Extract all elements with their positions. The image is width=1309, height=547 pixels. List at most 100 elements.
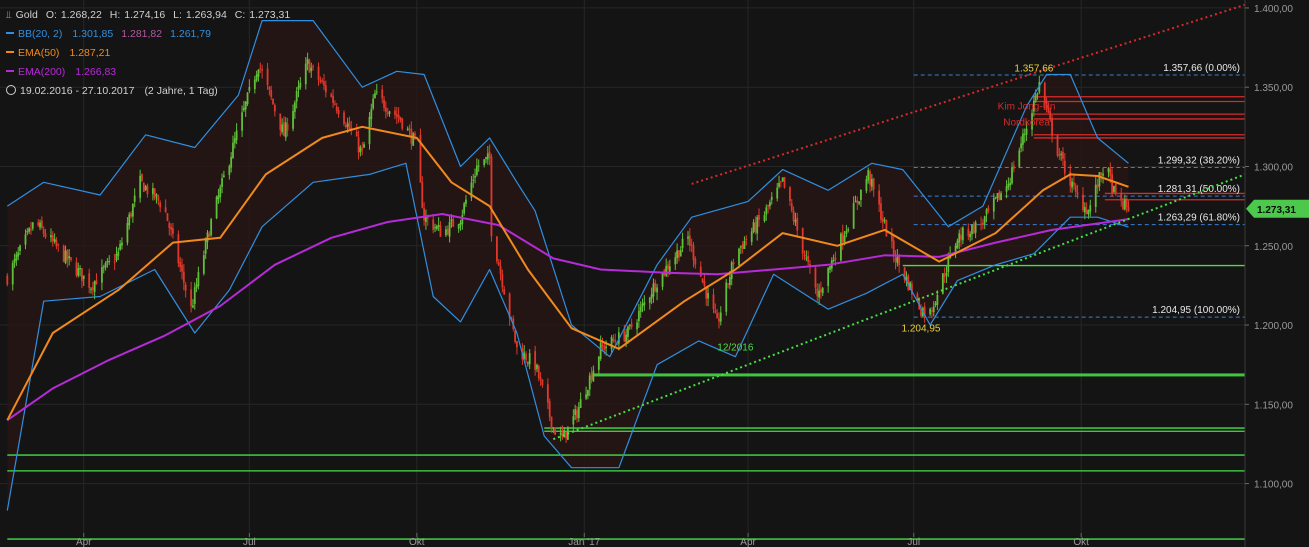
- candle-body: [1114, 184, 1117, 194]
- candle-body: [687, 236, 689, 239]
- candle-body: [585, 394, 587, 399]
- time-axis: Apr Jul Okt Jan '17 Apr Jul Okt: [76, 533, 1089, 547]
- candle-body: [852, 203, 855, 229]
- chart-annotation: 12/2016: [717, 342, 754, 353]
- x-tick-label: Okt: [409, 537, 425, 547]
- candle-body: [898, 255, 901, 266]
- candle-body: [241, 112, 243, 131]
- range-extra: (2 Jahre, 1 Tag): [144, 85, 218, 97]
- candle-body: [283, 122, 285, 137]
- candle-body: [754, 222, 757, 233]
- candle-body: [179, 262, 182, 267]
- candle-body: [781, 177, 784, 182]
- candle-body: [343, 112, 345, 124]
- candle-body: [890, 234, 893, 242]
- candle-body: [867, 170, 870, 181]
- candle-body: [51, 235, 54, 242]
- candle-body: [37, 222, 40, 226]
- candle-body: [457, 224, 460, 229]
- candle-body: [1082, 194, 1084, 211]
- candle-body: [934, 303, 937, 305]
- candle-body: [945, 272, 948, 276]
- candle-body: [437, 225, 440, 227]
- candle-body: [452, 218, 455, 227]
- ema50-value: 1.287,21: [69, 47, 111, 59]
- ema50-label: EMA(50): [18, 47, 60, 59]
- date-range: 19.02.2016 - 27.10.2017: [20, 85, 135, 97]
- candle-body: [335, 106, 338, 111]
- candle-body: [1122, 200, 1124, 210]
- candle-body: [292, 110, 294, 129]
- candle-body: [796, 217, 799, 231]
- candle-body: [665, 266, 668, 276]
- low-label: L:: [173, 9, 182, 21]
- candle-body: [758, 215, 760, 220]
- candle-body: [716, 312, 719, 319]
- candle-body: [446, 228, 449, 235]
- candle-body: [119, 243, 122, 250]
- candle-body: [827, 267, 830, 286]
- high-label: H:: [109, 9, 121, 21]
- candle-body: [994, 197, 997, 199]
- candle-body: [636, 322, 638, 330]
- fib-level-label: 1.263,29 (61.80%): [1158, 213, 1240, 224]
- candle-body: [1111, 174, 1114, 194]
- candle-body: [1113, 185, 1115, 192]
- candle-body: [741, 244, 744, 249]
- candle-body: [304, 63, 307, 85]
- bb-lower-value: 1.261,79: [170, 28, 211, 40]
- candle-body: [217, 195, 220, 200]
- x-tick-label: Apr: [76, 537, 92, 547]
- candle-body: [164, 207, 167, 213]
- candle-body: [346, 123, 349, 127]
- candle-body: [1127, 206, 1130, 212]
- y-tick-label: 1.150,00: [1254, 400, 1293, 411]
- candle-body: [414, 133, 416, 136]
- candle-body: [459, 222, 462, 226]
- candle-body: [126, 223, 129, 243]
- candle-body: [1012, 165, 1015, 169]
- candle-body: [840, 233, 842, 261]
- candle-body: [1058, 154, 1061, 156]
- candle-body: [752, 222, 755, 232]
- candle-body: [206, 232, 209, 242]
- candle-body: [153, 188, 156, 199]
- candle-body: [739, 246, 742, 248]
- candle-body: [603, 345, 606, 351]
- candle-body: [525, 354, 527, 361]
- candle-body: [235, 130, 238, 141]
- candle-body: [375, 91, 378, 93]
- candle-body: [803, 254, 806, 257]
- y-tick-label: 1.250,00: [1254, 242, 1293, 253]
- candle-body: [694, 258, 697, 265]
- candle-body: [807, 256, 810, 263]
- candle-body: [435, 226, 438, 230]
- candle-body: [70, 257, 72, 260]
- candle-body: [1062, 151, 1064, 159]
- candle-body: [113, 261, 116, 263]
- candle-body: [279, 113, 282, 130]
- candle-body: [958, 233, 961, 243]
- candle-body: [181, 265, 183, 272]
- candle-body: [448, 221, 451, 237]
- candle-body: [767, 205, 770, 207]
- candle-body: [880, 203, 882, 220]
- candle-body: [969, 233, 972, 238]
- candle-body: [1011, 167, 1013, 184]
- candle-body: [193, 287, 196, 304]
- candle-body: [306, 58, 309, 64]
- candle-body: [1056, 135, 1059, 156]
- candle-body: [93, 281, 96, 292]
- candle-body: [399, 117, 402, 121]
- candle-body: [295, 91, 298, 102]
- candle-body: [208, 234, 211, 238]
- candle-body: [783, 177, 786, 188]
- candle-body: [548, 401, 551, 417]
- candle-body: [363, 144, 365, 148]
- candle-body: [625, 334, 628, 342]
- candle-body: [13, 259, 16, 263]
- candle-body: [769, 202, 771, 207]
- candle-body: [1123, 199, 1126, 210]
- clock-icon: [6, 85, 16, 95]
- candle-body: [319, 80, 322, 82]
